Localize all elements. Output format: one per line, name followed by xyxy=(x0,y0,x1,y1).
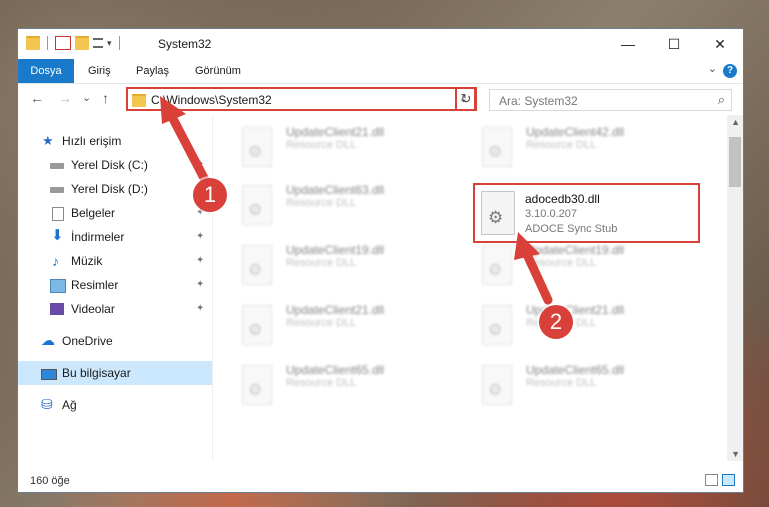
arrow-2-head xyxy=(514,232,540,260)
arrow-1-shaft xyxy=(165,108,210,185)
annotation-arrows xyxy=(160,96,553,305)
arrow-2-shaft xyxy=(520,245,553,305)
step-2-badge: 2 xyxy=(539,305,573,339)
step-1-badge: 1 xyxy=(193,178,227,212)
